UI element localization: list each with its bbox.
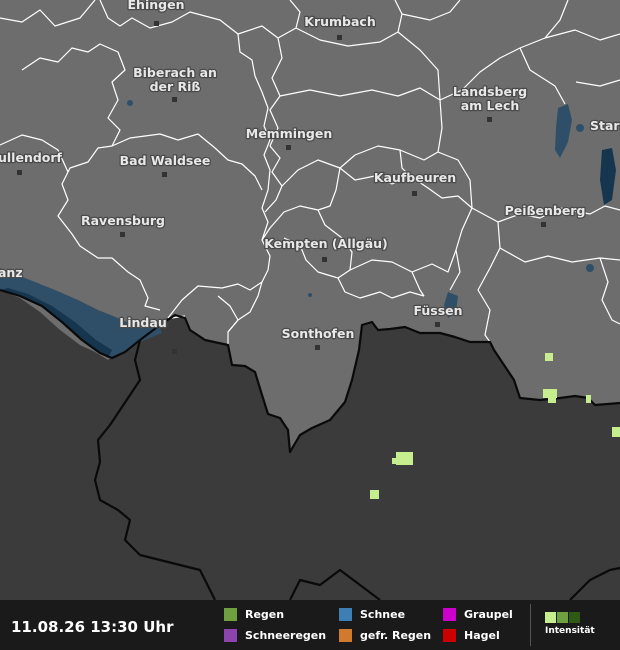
small-lake [576, 124, 584, 132]
city-marker-bad-waldsee [162, 172, 167, 177]
city-label-pfullendorf: ullendorf [0, 150, 63, 165]
city-marker-ravensburg [120, 232, 125, 237]
small-lake [308, 293, 312, 297]
intensity-scale [545, 612, 595, 623]
legend-item-hail: Hagel [443, 627, 500, 643]
swatch-freezing-rain-icon [339, 628, 352, 642]
legend-label-hail: Hagel [464, 628, 500, 642]
city-marker-memmingen [286, 145, 291, 150]
city-label-biberach-1: Biberach an [133, 65, 217, 80]
swatch-rain-icon [224, 607, 237, 621]
intensity-legend: Intensität [545, 612, 595, 636]
city-label-starnberg: Starnb [590, 118, 620, 133]
intensity-label: Intensität [545, 626, 595, 636]
precip-cell [370, 490, 379, 499]
precip-cell [545, 353, 553, 361]
city-label-lindau: Lindau [119, 315, 166, 330]
legend-item-sleet: Schneeregen [224, 627, 326, 643]
legend-label-rain: Regen [245, 607, 285, 621]
legend-bar: 11.08.26 13:30 Uhr Regen Schneeregen Sch… [0, 600, 620, 650]
city-marker-ehingen [154, 21, 159, 26]
radar-map-view: Ehingen Krumbach Biberach an der Riß Lan… [0, 0, 620, 650]
precip-cell [612, 427, 620, 437]
city-label-fuessen: Füssen [413, 303, 462, 318]
city-label-peissenberg: Peißenberg [505, 203, 586, 218]
legend-divider [530, 604, 531, 646]
small-lake [127, 100, 133, 106]
city-label-ravensburg: Ravensburg [81, 213, 165, 228]
city-label-bad-waldsee: Bad Waldsee [120, 153, 211, 168]
city-marker-kaufbeuren [412, 191, 417, 196]
city-marker-fuessen [435, 322, 440, 327]
city-label-konstanz: anz [0, 265, 23, 280]
intensity-medium-swatch [557, 612, 568, 623]
precip-cell [586, 395, 591, 403]
swatch-sleet-icon [224, 628, 237, 642]
legend-label-graupel: Graupel [464, 607, 513, 621]
legend-label-snow: Schnee [360, 607, 406, 621]
city-marker-kempten [322, 257, 327, 262]
swatch-graupel-icon [443, 607, 456, 621]
city-label-kempten: Kempten (Allgäu) [264, 236, 388, 251]
intensity-light-swatch [545, 612, 556, 623]
legend-item-freezing-rain: gefr. Regen [339, 627, 431, 643]
swatch-hail-icon [443, 628, 456, 642]
city-label-landsberg-1: Landsberg [453, 84, 527, 99]
legend-label-sleet: Schneeregen [245, 628, 327, 642]
swatch-snow-icon [339, 607, 352, 621]
city-marker-pfullendorf [17, 170, 22, 175]
radar-map[interactable]: Ehingen Krumbach Biberach an der Riß Lan… [0, 0, 620, 600]
city-label-landsberg-2: am Lech [461, 98, 520, 113]
city-marker-sonthofen [315, 345, 320, 350]
city-marker-peissenberg [541, 222, 546, 227]
city-label-kaufbeuren: Kaufbeuren [374, 170, 456, 185]
precip-cell [543, 389, 557, 398]
precip-cell [548, 397, 556, 403]
small-lake [586, 264, 594, 272]
city-label-sonthofen: Sonthofen [282, 326, 355, 341]
intensity-heavy-swatch [569, 612, 580, 623]
city-label-memmingen: Memmingen [246, 126, 332, 141]
city-label-krumbach: Krumbach [304, 14, 375, 29]
precip-cell [392, 458, 400, 464]
timestamp: 11.08.26 13:30 Uhr [11, 618, 174, 636]
city-label-ehingen: Ehingen [128, 0, 185, 12]
city-marker-krumbach [337, 35, 342, 40]
legend-label-freezing-rain: gefr. Regen [360, 628, 432, 642]
city-marker-lindau [172, 349, 177, 354]
city-marker-landsberg [487, 117, 492, 122]
legend-item-rain: Regen [224, 606, 284, 622]
legend-item-snow: Schnee [339, 606, 405, 622]
city-marker-biberach [172, 97, 177, 102]
city-label-biberach-2: der Riß [150, 79, 201, 94]
legend-item-graupel: Graupel [443, 606, 513, 622]
